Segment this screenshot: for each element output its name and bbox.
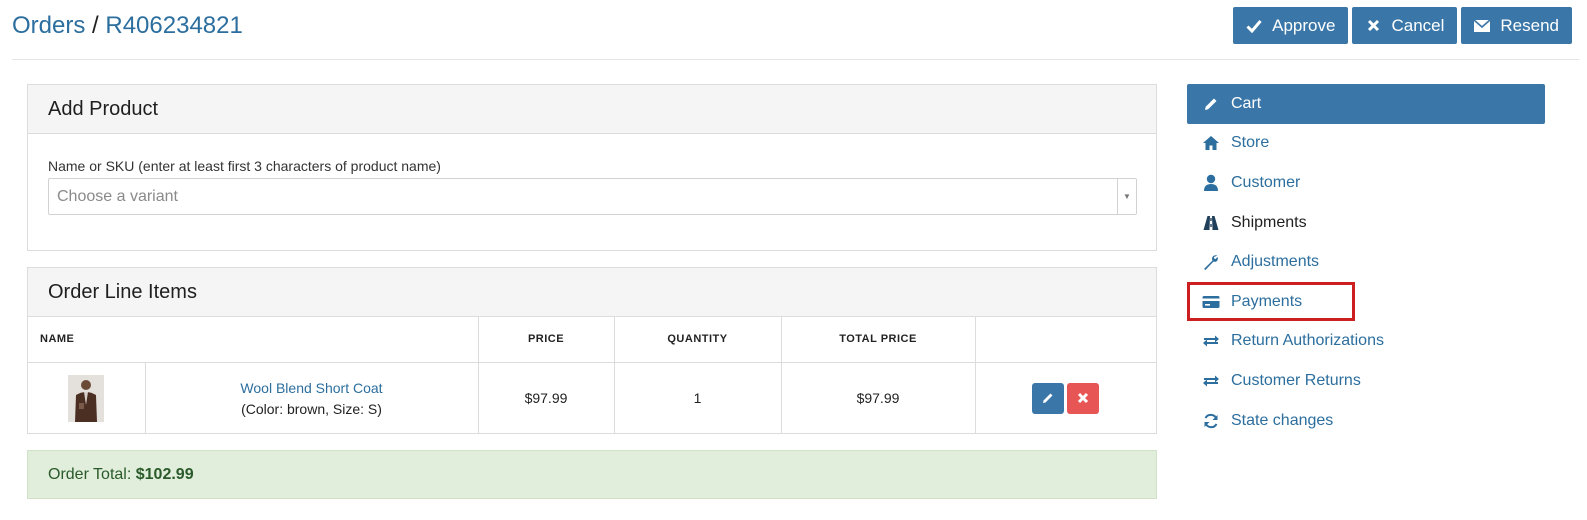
breadcrumb: Orders / R406234821 bbox=[12, 11, 243, 41]
refresh-icon bbox=[1201, 411, 1221, 431]
checkmark-icon bbox=[1245, 17, 1263, 35]
resend-label: Resend bbox=[1500, 15, 1559, 35]
row-actions bbox=[976, 382, 1157, 414]
sidebar-item-label: Customer bbox=[1231, 173, 1301, 191]
sidebar-item-customer[interactable]: Customer bbox=[1187, 163, 1545, 203]
edit-line-item-button[interactable] bbox=[1032, 382, 1065, 414]
user-icon bbox=[1201, 173, 1221, 193]
delete-line-item-button[interactable] bbox=[1067, 382, 1100, 414]
sidebar-item-label: Cart bbox=[1231, 94, 1262, 112]
variant-select[interactable]: Choose a variant ▼ bbox=[48, 178, 1137, 215]
sidebar-item-cart[interactable]: Cart bbox=[1187, 84, 1545, 124]
variant-placeholder: Choose a variant bbox=[57, 188, 178, 205]
add-product-panel: Add Product Name or SKU (enter at least … bbox=[27, 84, 1157, 251]
cancel-label: Cancel bbox=[1391, 15, 1445, 35]
breadcrumb-separator: / bbox=[92, 12, 99, 39]
order-total-value: $102.99 bbox=[135, 466, 194, 483]
sidebar-item-label: Return Authorizations bbox=[1231, 332, 1384, 350]
column-header-quantity: QUANTITY bbox=[614, 317, 782, 363]
sidebar-item-label: Payments bbox=[1231, 292, 1303, 310]
column-header-price: PRICE bbox=[478, 317, 615, 363]
credit-card-icon bbox=[1201, 292, 1221, 312]
home-icon bbox=[1201, 133, 1221, 153]
row-actions-cell bbox=[975, 362, 1156, 434]
sidebar-item-state-changes[interactable]: State changes bbox=[1187, 401, 1545, 441]
column-header-name: NAME bbox=[28, 317, 479, 363]
approve-button[interactable]: Approve bbox=[1233, 7, 1349, 44]
wrench-icon bbox=[1201, 252, 1221, 272]
line-items-table: NAME PRICE QUANTITY TOTAL PRICE Wool Ble… bbox=[28, 317, 1156, 434]
resend-button[interactable]: Resend bbox=[1461, 7, 1572, 44]
order-total-label: Order Total: bbox=[48, 466, 132, 483]
cancel-button[interactable]: Cancel bbox=[1352, 7, 1458, 44]
breadcrumb-orders-link[interactable]: Orders bbox=[12, 12, 85, 39]
product-image-cell bbox=[28, 362, 146, 434]
sidebar-item-adjustments[interactable]: Adjustments bbox=[1187, 242, 1545, 282]
sidebar-item-payments[interactable]: Payments bbox=[1187, 282, 1545, 322]
product-name-link[interactable]: Wool Blend Short Coat bbox=[240, 380, 382, 396]
table-row: Wool Blend Short Coat (Color: brown, Siz… bbox=[28, 362, 1156, 434]
add-product-title: Add Product bbox=[28, 85, 1156, 134]
road-icon bbox=[1201, 213, 1221, 233]
product-options: (Color: brown, Size: S) bbox=[241, 400, 382, 417]
dropdown-arrow-icon[interactable]: ▼ bbox=[1117, 179, 1136, 214]
product-thumbnail bbox=[68, 374, 105, 422]
product-name-cell: Wool Blend Short Coat (Color: brown, Siz… bbox=[145, 362, 479, 434]
order-sidebar: Cart Store Customer Shipments Adjustment… bbox=[1187, 84, 1545, 440]
quantity-cell: 1 bbox=[614, 362, 782, 434]
pencil-icon bbox=[1043, 393, 1053, 404]
column-header-actions bbox=[975, 317, 1156, 363]
transfer-icon bbox=[1201, 371, 1221, 391]
order-total-bar: Order Total: $102.99 bbox=[27, 450, 1157, 499]
sidebar-item-store[interactable]: Store bbox=[1187, 124, 1545, 164]
sidebar-item-shipments[interactable]: Shipments bbox=[1187, 203, 1545, 243]
x-icon bbox=[1364, 17, 1382, 35]
page-header: Orders / R406234821 Approve Cancel Resen… bbox=[12, 0, 1579, 60]
line-items-title: Order Line Items bbox=[28, 268, 1156, 317]
sidebar-item-label: Shipments bbox=[1231, 213, 1307, 231]
order-actions: Approve Cancel Resend bbox=[1233, 7, 1572, 44]
sidebar-item-label: Adjustments bbox=[1231, 253, 1320, 271]
order-line-items-panel: Order Line Items NAME PRICE QUANTITY TOT… bbox=[27, 267, 1157, 434]
approve-label: Approve bbox=[1272, 15, 1336, 35]
sidebar-item-label: State changes bbox=[1231, 411, 1334, 429]
sidebar-item-customer-returns[interactable]: Customer Returns bbox=[1187, 361, 1545, 401]
transfer-icon bbox=[1201, 331, 1221, 351]
table-header-row: NAME PRICE QUANTITY TOTAL PRICE bbox=[28, 317, 1156, 363]
envelope-icon bbox=[1473, 17, 1491, 35]
sidebar-item-label: Customer Returns bbox=[1231, 371, 1361, 389]
breadcrumb-order-number[interactable]: R406234821 bbox=[105, 12, 242, 39]
total-price-cell: $97.99 bbox=[781, 362, 976, 434]
x-icon bbox=[1078, 393, 1089, 404]
sidebar-item-return-authorizations[interactable]: Return Authorizations bbox=[1187, 322, 1545, 362]
sidebar-item-label: Store bbox=[1231, 134, 1270, 152]
column-header-total-price: TOTAL PRICE bbox=[781, 317, 976, 363]
variant-field-label: Name or SKU (enter at least first 3 char… bbox=[48, 158, 441, 174]
pencil-icon bbox=[1201, 94, 1221, 114]
price-cell: $97.99 bbox=[478, 362, 615, 434]
